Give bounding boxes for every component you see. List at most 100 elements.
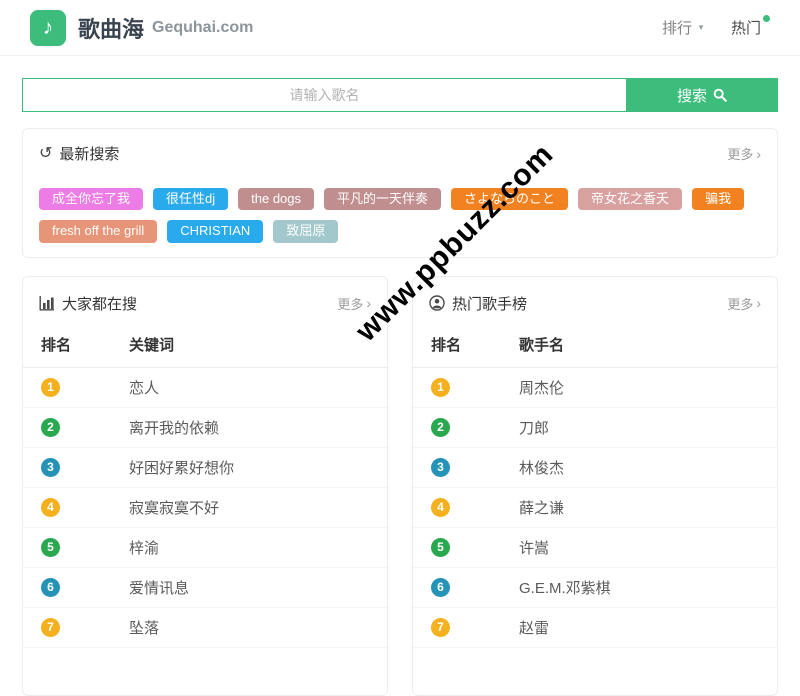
search-icon	[713, 88, 727, 102]
singer-row[interactable]: 7 赵雷	[413, 608, 777, 648]
singer-row[interactable]: 4 薛之谦	[413, 488, 777, 528]
music-note-icon: ♪	[43, 16, 54, 40]
rank-badge: 1	[41, 378, 60, 397]
singer-row[interactable]: 1 周杰伦	[413, 368, 777, 408]
chevron-right-icon: ›	[756, 296, 761, 310]
latest-search-title-text: 最新搜索	[59, 143, 119, 164]
keyword-row[interactable]: 2 离开我的依赖	[23, 408, 387, 448]
search-button-label: 搜索	[677, 85, 707, 106]
rank-badge: 6	[41, 578, 60, 597]
panels-row: 大家都在搜 更多 › 排名 关键词 1 恋人 2 离开我的依赖	[22, 276, 778, 696]
site-name: 歌曲海	[78, 12, 144, 44]
search-input[interactable]	[22, 78, 626, 112]
column-keyword: 关键词	[129, 334, 369, 355]
hot-keywords-column-headers: 排名 关键词	[23, 314, 387, 368]
keyword-row[interactable]: 7 坠落	[23, 608, 387, 648]
search-tag[interactable]: 很任性dj	[153, 188, 228, 210]
latest-search-header: ↺ 最新搜索 更多 ›	[39, 143, 761, 164]
keyword-row[interactable]: 5 梓渝	[23, 528, 387, 568]
top-bar: ♪ 歌曲海 Gequhai.com 排行 ▼ 热门	[0, 0, 800, 56]
caret-down-icon: ▼	[697, 23, 705, 32]
more-label: 更多	[337, 294, 363, 313]
search-tag[interactable]: 帝女花之香夭	[578, 188, 682, 210]
nav-rank-label: 排行	[662, 17, 692, 38]
hot-keywords-more-link[interactable]: 更多 ›	[337, 294, 371, 313]
nav-rank-menu[interactable]: 排行 ▼	[662, 17, 705, 38]
hot-singers-title: 热门歌手榜	[429, 293, 527, 314]
site-logo[interactable]: ♪	[30, 10, 66, 46]
search-bar: 搜索	[22, 78, 778, 112]
hot-keywords-header: 大家都在搜 更多 ›	[23, 293, 387, 314]
singer-name: 薛之谦	[519, 497, 759, 518]
column-rank: 排名	[431, 334, 519, 355]
rank-badge: 1	[431, 378, 450, 397]
rank-badge: 2	[41, 418, 60, 437]
nav-hot-link[interactable]: 热门	[731, 17, 770, 38]
keyword-text: 恋人	[129, 377, 369, 398]
search-tag[interactable]: CHRISTIAN	[167, 220, 263, 242]
search-button[interactable]: 搜索	[626, 78, 778, 112]
nav-hot-label: 热门	[731, 17, 761, 38]
more-label: 更多	[727, 144, 753, 163]
user-icon	[429, 295, 445, 311]
search-tag[interactable]: 骗我	[692, 188, 744, 210]
keyword-row[interactable]: 1 恋人	[23, 368, 387, 408]
latest-search-more-link[interactable]: 更多 ›	[727, 144, 761, 163]
bar-chart-icon	[39, 295, 55, 311]
rank-badge: 7	[431, 618, 450, 637]
search-tag[interactable]: 致屈原	[273, 220, 338, 242]
chevron-right-icon: ›	[756, 147, 761, 161]
rank-badge: 3	[41, 458, 60, 477]
latest-search-title: ↺ 最新搜索	[39, 143, 119, 164]
rank-badge: 7	[41, 618, 60, 637]
latest-search-card: ↺ 最新搜索 更多 › 成全你忘了我 很任性dj the dogs 平凡的一天伴…	[22, 128, 778, 258]
singer-name: 刀郎	[519, 417, 759, 438]
column-rank: 排名	[41, 334, 129, 355]
rank-badge: 4	[431, 498, 450, 517]
rank-badge: 6	[431, 578, 450, 597]
singer-name: 赵雷	[519, 617, 759, 638]
singer-name: G.E.M.邓紫棋	[519, 577, 759, 598]
singer-name: 林俊杰	[519, 457, 759, 478]
keyword-text: 梓渝	[129, 537, 369, 558]
singer-row[interactable]: 5 许嵩	[413, 528, 777, 568]
more-label: 更多	[727, 294, 753, 313]
hot-singers-more-link[interactable]: 更多 ›	[727, 294, 761, 313]
notification-dot	[763, 15, 770, 22]
hot-singers-panel: 热门歌手榜 更多 › 排名 歌手名 1 周杰伦 2 刀郎	[412, 276, 778, 696]
rank-badge: 2	[431, 418, 450, 437]
rank-badge: 5	[41, 538, 60, 557]
singer-name: 周杰伦	[519, 377, 759, 398]
search-tag[interactable]: fresh off the grill	[39, 220, 157, 242]
keyword-text: 离开我的依赖	[129, 417, 369, 438]
latest-search-tags: 成全你忘了我 很任性dj the dogs 平凡的一天伴奏 さよならのこと 帝女…	[39, 188, 761, 243]
search-tag[interactable]: 平凡的一天伴奏	[324, 188, 441, 210]
singer-row[interactable]: 6 G.E.M.邓紫棋	[413, 568, 777, 608]
hot-singers-header: 热门歌手榜 更多 ›	[413, 293, 777, 314]
site-domain: Gequhai.com	[152, 19, 253, 37]
rank-badge: 5	[431, 538, 450, 557]
singer-row[interactable]: 2 刀郎	[413, 408, 777, 448]
hot-keywords-title-text: 大家都在搜	[62, 293, 137, 314]
history-icon: ↺	[39, 146, 52, 162]
rank-badge: 3	[431, 458, 450, 477]
hot-keywords-title: 大家都在搜	[39, 293, 137, 314]
search-tag[interactable]: 成全你忘了我	[39, 188, 143, 210]
keyword-text: 爱情讯息	[129, 577, 369, 598]
hot-keywords-panel: 大家都在搜 更多 › 排名 关键词 1 恋人 2 离开我的依赖	[22, 276, 388, 696]
singer-row[interactable]: 3 林俊杰	[413, 448, 777, 488]
column-singer: 歌手名	[519, 334, 759, 355]
keyword-row[interactable]: 3 好困好累好想你	[23, 448, 387, 488]
search-tag[interactable]: the dogs	[238, 188, 314, 210]
keyword-text: 寂寞寂寞不好	[129, 497, 369, 518]
hot-singers-title-text: 热门歌手榜	[452, 293, 527, 314]
hot-singers-column-headers: 排名 歌手名	[413, 314, 777, 368]
search-tag[interactable]: さよならのこと	[451, 188, 568, 210]
singer-name: 许嵩	[519, 537, 759, 558]
keyword-row[interactable]: 4 寂寞寂寞不好	[23, 488, 387, 528]
keyword-row[interactable]: 6 爱情讯息	[23, 568, 387, 608]
chevron-right-icon: ›	[366, 296, 371, 310]
keyword-text: 好困好累好想你	[129, 457, 369, 478]
keyword-text: 坠落	[129, 617, 369, 638]
hot-singers-list: 1 周杰伦 2 刀郎 3 林俊杰 4 薛之谦	[413, 368, 777, 648]
